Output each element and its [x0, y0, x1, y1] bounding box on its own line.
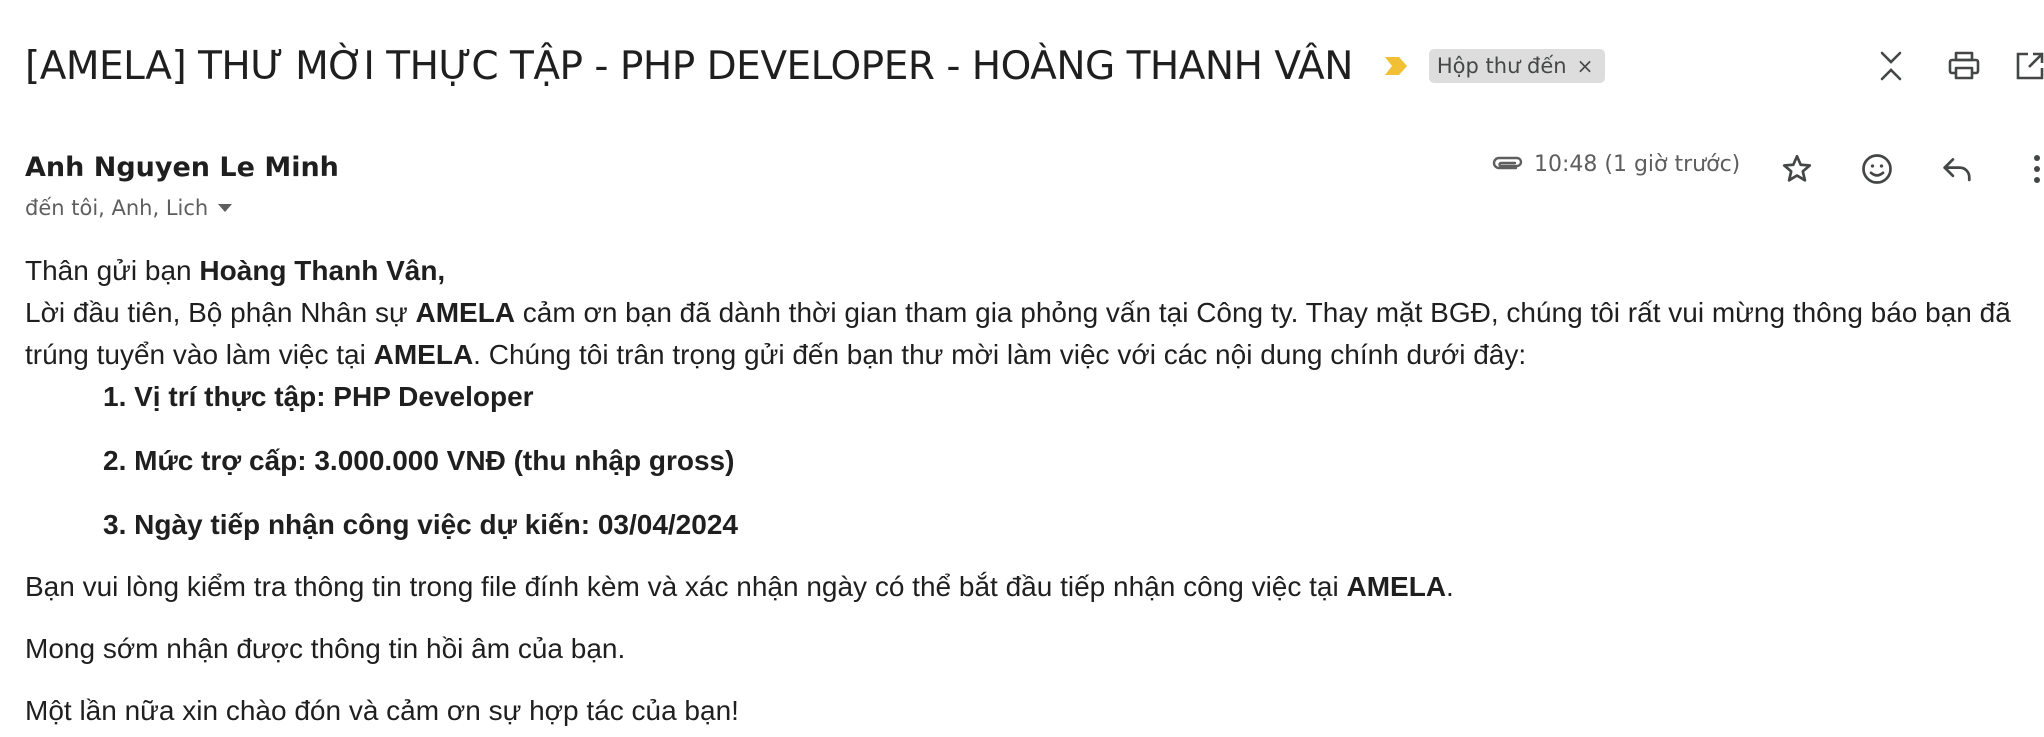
email-subject: [AMELA] THƯ MỜI THỰC TẬP - PHP DEVELOPER…	[25, 43, 1353, 89]
recipient-name: Hoàng Thanh Vân,	[199, 255, 446, 286]
greeting-prefix: Thân gửi bạn	[25, 255, 200, 286]
email-body: Thân gửi bạn Hoàng Thanh Vân, Lời đầu ti…	[25, 250, 2035, 732]
emoji-reaction-icon[interactable]	[1857, 149, 1897, 189]
offer-position: 1. Vị trí thực tập: PHP Developer	[103, 381, 534, 412]
offer-start-date: 3. Ngày tiếp nhận công việc dự kiến: 03/…	[103, 509, 738, 540]
sender-name[interactable]: Anh Nguyen Le Minh	[25, 152, 339, 183]
reply-request-paragraph: Mong sớm nhận được thông tin hồi âm của …	[25, 633, 626, 664]
company-name: AMELA	[415, 297, 516, 328]
confirm-period: .	[1446, 571, 1454, 602]
confirm-paragraph: Bạn vui lòng kiểm tra thông tin trong fi…	[25, 566, 2035, 608]
closing-paragraph: Một lần nữa xin chào đón và cảm ơn sự hợ…	[25, 695, 739, 726]
intro-text-c: . Chúng tôi trân trọng gửi đến bạn thư m…	[473, 339, 1527, 370]
importance-marker-icon[interactable]	[1383, 54, 1409, 78]
subject-row: [AMELA] THƯ MỜI THỰC TẬP - PHP DEVELOPER…	[25, 36, 2044, 96]
new-window-action	[2010, 46, 2044, 86]
intro-paragraph: Lời đầu tiên, Bộ phận Nhân sự AMELA cảm …	[25, 292, 2035, 376]
confirm-text: Bạn vui lòng kiểm tra thông tin trong fi…	[25, 571, 1347, 602]
reply-icon[interactable]	[1937, 149, 1977, 189]
offer-details-list: 1. Vị trí thực tập: PHP Developer 2. Mức…	[25, 376, 2035, 546]
message-actions	[1777, 149, 2044, 189]
company-name: AMELA	[1346, 571, 1447, 602]
open-in-new-window-icon[interactable]	[2010, 46, 2044, 86]
message-time[interactable]: 10:48 (1 giờ trước)	[1534, 152, 1740, 177]
greeting: Thân gửi bạn Hoàng Thanh Vân,	[25, 250, 2035, 292]
thread-actions	[1871, 46, 1911, 86]
intro-text-a: Lời đầu tiên, Bộ phận Nhân sự	[25, 297, 416, 328]
print-action	[1944, 46, 1984, 86]
collapse-all-icon[interactable]	[1871, 46, 1911, 86]
print-icon[interactable]	[1944, 46, 1984, 86]
offer-allowance: 2. Mức trợ cấp: 3.000.000 VNĐ (thu nhập …	[103, 445, 735, 476]
label-chip-text: Hộp thư đến	[1436, 54, 1567, 78]
recipients-toggle[interactable]: đến tôi, Anh, Lich	[25, 196, 233, 220]
more-vertical-icon[interactable]	[2017, 149, 2044, 189]
dropdown-caret-icon[interactable]	[218, 204, 233, 212]
message-meta: 10:48 (1 giờ trước)	[1490, 152, 1740, 177]
star-icon[interactable]	[1777, 149, 1817, 189]
recipients-text: đến tôi, Anh, Lich	[25, 196, 209, 220]
remove-label-button[interactable]: ×	[1577, 49, 1594, 83]
company-name: AMELA	[373, 339, 474, 370]
paperclip-icon	[1492, 156, 1523, 169]
label-chip-inbox: Hộp thư đến ×	[1428, 49, 1606, 83]
